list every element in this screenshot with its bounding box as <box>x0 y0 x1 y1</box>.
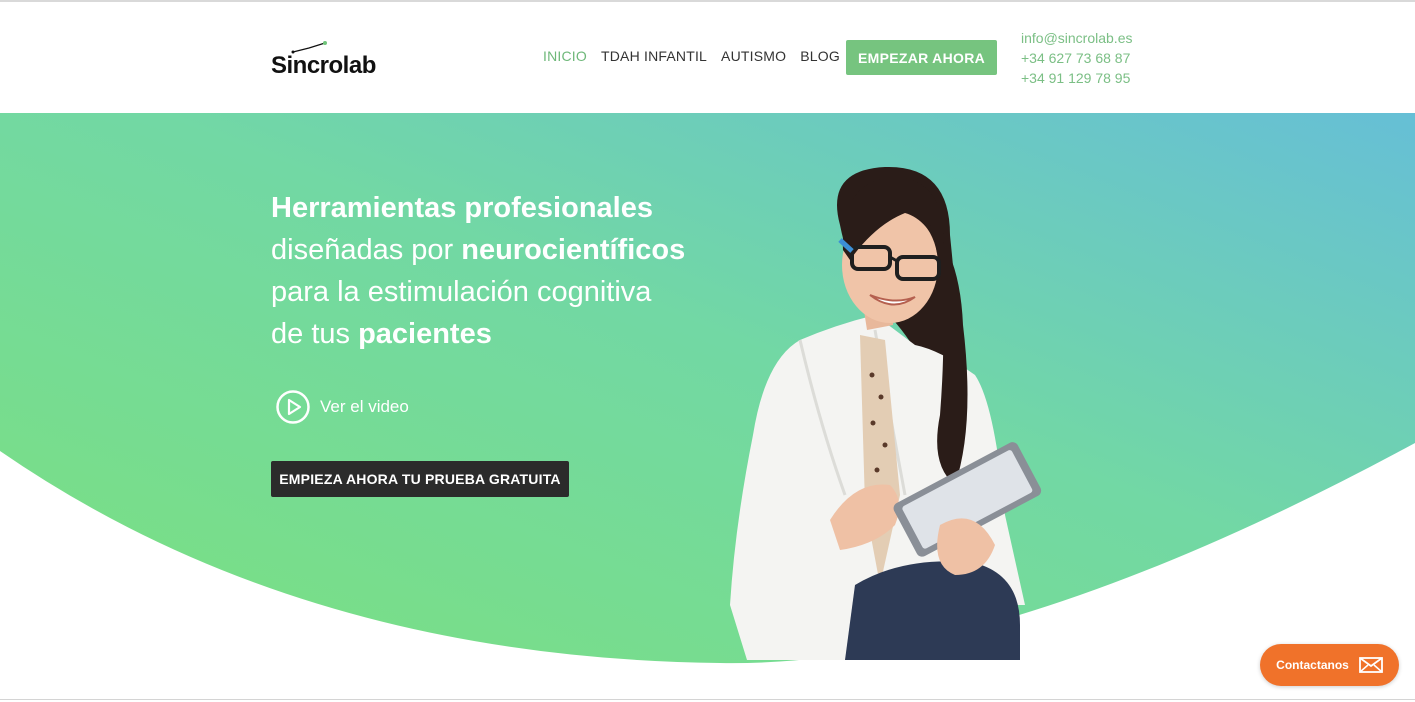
watch-video-link[interactable]: Ver el video <box>276 390 409 424</box>
bottom-border <box>0 699 1415 700</box>
doctor-with-tablet-image <box>730 166 1042 660</box>
nav-item-blog[interactable]: BLOG <box>800 48 840 64</box>
headline-line3: para la estimulación cognitiva <box>271 276 652 308</box>
logo-text: Sincrolab <box>271 52 376 79</box>
envelope-icon <box>1358 657 1383 673</box>
headline-line4-regular: de tus <box>271 318 359 350</box>
hero-headline: Herramientas profesionales diseñadas por… <box>271 187 685 355</box>
contact-email[interactable]: info@sincrolab.es <box>1021 28 1133 48</box>
free-trial-button[interactable]: EMPIEZA AHORA TU PRUEBA GRATUITA <box>271 461 569 497</box>
hero-background <box>0 113 1415 664</box>
empezar-ahora-button[interactable]: EMPEZAR AHORA <box>846 40 997 75</box>
site-header: Sincrolab INICIO TDAH INFANTIL AUTISMO B… <box>0 2 1415 113</box>
contact-phone-landline[interactable]: +34 91 129 78 95 <box>1021 68 1133 88</box>
watch-video-label: Ver el video <box>320 397 409 416</box>
headline-line2-regular: diseñadas por <box>271 234 462 266</box>
headline-line4-bold: pacientes <box>358 318 492 350</box>
headline-line1: Herramientas profesionales <box>271 192 653 224</box>
nav-item-tdah-infantil[interactable]: TDAH INFANTIL <box>601 48 707 64</box>
main-nav: INICIO TDAH INFANTIL AUTISMO BLOG <box>543 48 840 64</box>
contact-phone-mobile[interactable]: +34 627 73 68 87 <box>1021 48 1133 68</box>
contact-info: info@sincrolab.es +34 627 73 68 87 +34 9… <box>1021 28 1133 88</box>
hero-section: Herramientas profesionales diseñadas por… <box>0 113 1415 699</box>
logo[interactable]: Sincrolab <box>271 40 391 80</box>
headline-line2-bold: neurocientíficos <box>461 234 686 266</box>
contactanos-label: Contactanos <box>1276 658 1349 672</box>
play-circle-icon <box>276 390 310 424</box>
contactanos-button[interactable]: Contactanos <box>1260 644 1399 686</box>
nav-item-inicio[interactable]: INICIO <box>543 48 587 64</box>
nav-item-autismo[interactable]: AUTISMO <box>721 48 786 64</box>
